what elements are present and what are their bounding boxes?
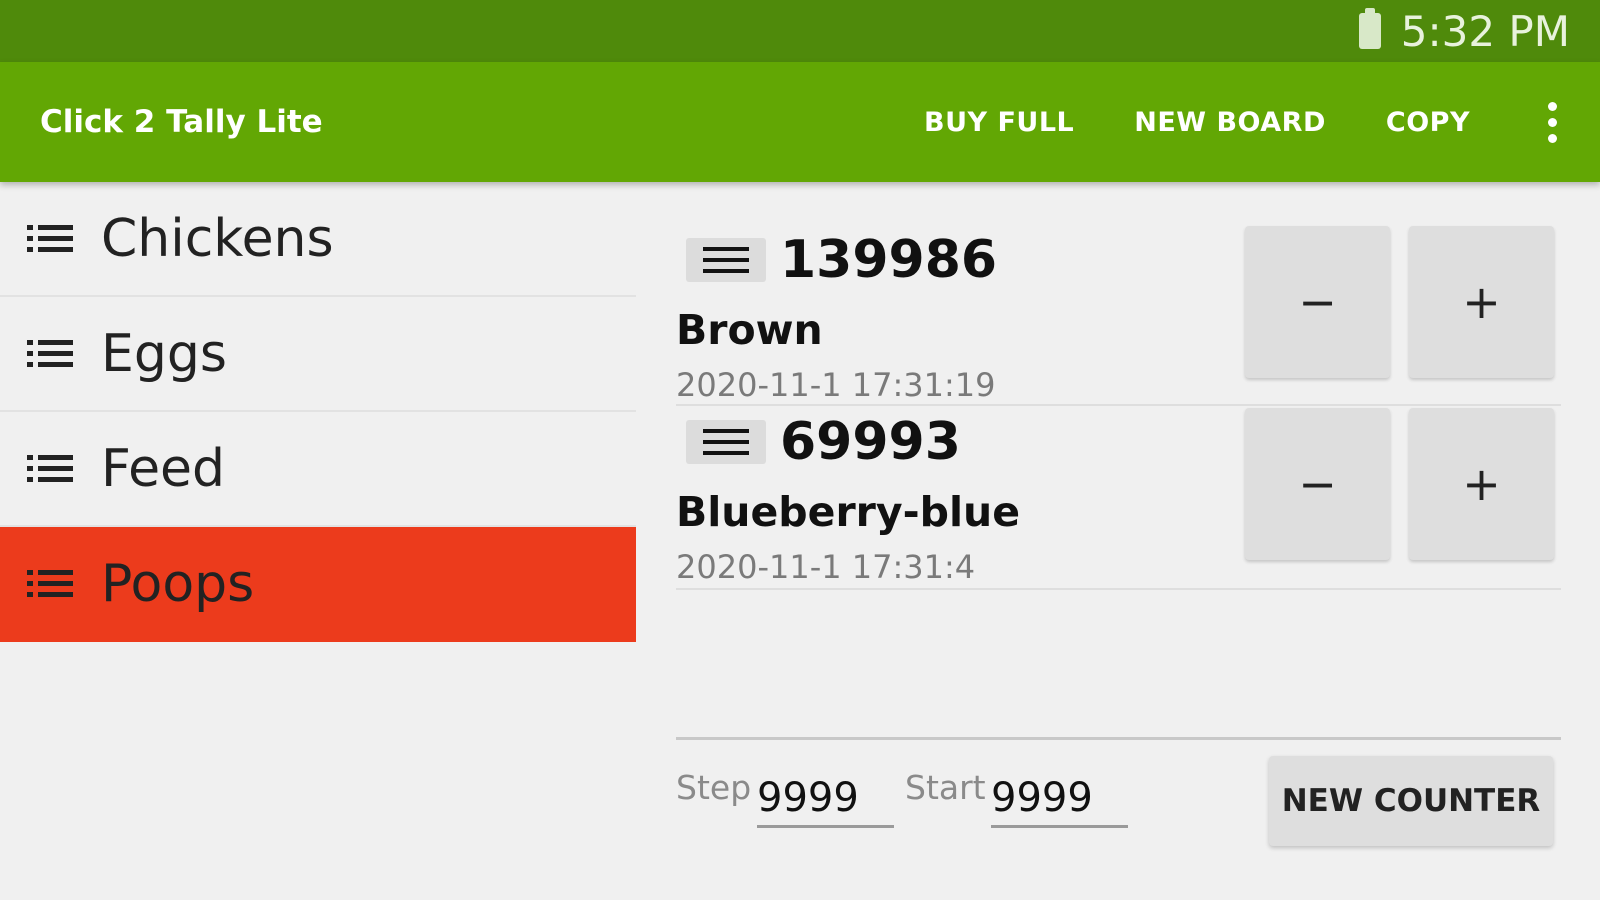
app-bar: Click 2 Tally Lite BUY FULL NEW BOARD CO… — [0, 62, 1600, 182]
sidebar-item-label: Chickens — [101, 208, 334, 269]
list-icon — [27, 569, 73, 599]
count-value: 69993 — [780, 412, 961, 472]
counter-name[interactable]: Blueberry-blue — [676, 488, 1020, 536]
drag-handle-icon[interactable] — [686, 238, 766, 282]
counter-name[interactable]: Brown — [676, 306, 823, 354]
counter-row: 139986 Brown 2020-11-1 17:31:19 − + — [676, 226, 1561, 406]
sidebar-item-poops[interactable]: Poops — [0, 527, 636, 642]
sidebar-item-feed[interactable]: Feed — [0, 412, 636, 527]
sidebar-item-chickens[interactable]: Chickens — [0, 182, 636, 297]
sidebar-item-label: Eggs — [101, 323, 227, 384]
sidebar-item-label: Poops — [101, 553, 255, 614]
step-input[interactable] — [757, 770, 894, 828]
new-board-button[interactable]: NEW BOARD — [1134, 107, 1326, 138]
bottom-divider — [676, 737, 1561, 740]
increment-button[interactable]: + — [1409, 226, 1554, 378]
copy-button[interactable]: COPY — [1386, 107, 1470, 138]
list-icon — [27, 454, 73, 484]
decrement-button[interactable]: − — [1245, 226, 1390, 378]
counter-timestamp: 2020-11-1 17:31:4 — [676, 548, 976, 586]
status-time: 5:32 PM — [1400, 6, 1570, 56]
list-icon — [27, 224, 73, 254]
sidebar-item-label: Feed — [101, 438, 226, 499]
increment-button[interactable]: + — [1409, 408, 1554, 560]
battery-icon — [1358, 8, 1381, 49]
sidebar-item-eggs[interactable]: Eggs — [0, 297, 636, 412]
start-label: Start — [905, 768, 986, 807]
new-counter-button[interactable]: NEW COUNTER — [1269, 756, 1553, 846]
buy-full-button[interactable]: BUY FULL — [924, 107, 1074, 138]
app-actions: BUY FULL NEW BOARD COPY — [924, 92, 1600, 152]
count-value: 139986 — [780, 230, 998, 290]
decrement-button[interactable]: − — [1245, 408, 1390, 560]
list-icon — [27, 339, 73, 369]
board-list: Chickens Eggs Feed Poops — [0, 182, 636, 900]
step-label: Step — [676, 768, 752, 807]
count-row: 139986 — [686, 230, 997, 290]
count-row: 69993 — [686, 412, 961, 472]
status-bar: 5:32 PM — [0, 0, 1600, 62]
more-vert-icon[interactable] — [1530, 92, 1574, 152]
start-input[interactable] — [991, 770, 1128, 828]
app-title: Click 2 Tally Lite — [40, 104, 323, 140]
counter-timestamp: 2020-11-1 17:31:19 — [676, 366, 996, 404]
counter-row: 69993 Blueberry-blue 2020-11-1 17:31:4 −… — [676, 408, 1561, 590]
drag-handle-icon[interactable] — [686, 420, 766, 464]
